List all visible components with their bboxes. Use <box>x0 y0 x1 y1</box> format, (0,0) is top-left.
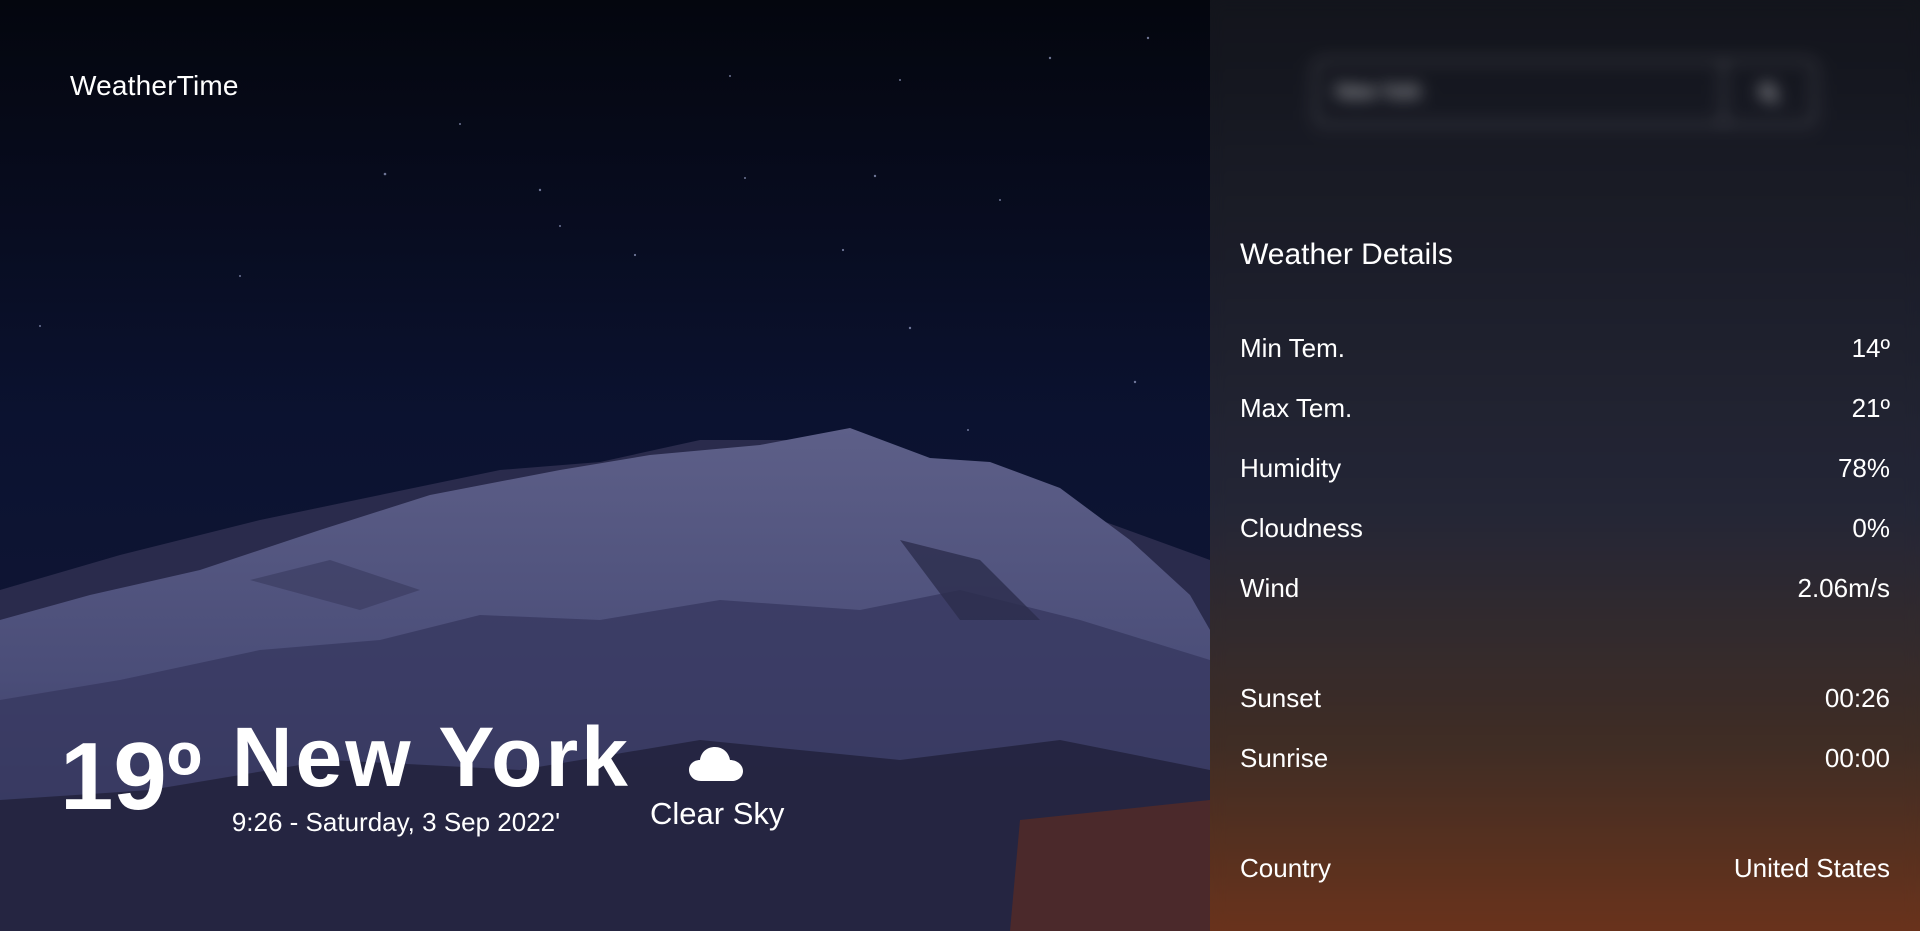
detail-label: Cloudness <box>1240 513 1363 543</box>
detail-row-country: Country United States <box>1240 853 1890 884</box>
date-time: 9:26 - Saturday, 3 Sep 2022' <box>231 807 561 837</box>
app-logo[interactable]: WeatherTime <box>70 70 239 102</box>
detail-value: 78% <box>1837 453 1890 483</box>
detail-label: Country <box>1240 853 1332 883</box>
detail-label: Sunrise <box>1240 743 1329 773</box>
detail-value: 2.06m/s <box>1797 573 1891 603</box>
detail-row-sunrise: Sunrise 00:00 <box>1240 743 1890 774</box>
detail-value: 0% <box>1852 513 1890 543</box>
detail-value: United States <box>1733 853 1890 883</box>
city-block: New York 9:26 - Saturday, 3 Sep 2022' <box>232 715 631 838</box>
detail-row-wind: Wind 2.06m/s <box>1240 573 1890 604</box>
detail-value: 21º <box>1851 393 1890 423</box>
detail-label: Wind <box>1240 573 1300 603</box>
cloud-icon <box>689 747 743 781</box>
detail-value: 00:00 <box>1824 743 1890 773</box>
detail-value: 14º <box>1851 333 1890 363</box>
detail-label: Sunset <box>1240 683 1321 713</box>
detail-label: Max Tem. <box>1240 393 1353 423</box>
detail-value: 00:26 <box>1824 683 1890 713</box>
detail-row-max-temp: Max Tem. 21º <box>1240 393 1890 424</box>
current-temperature: 19º <box>60 723 202 830</box>
detail-row-min-temp: Min Tem. 14º <box>1240 333 1890 364</box>
detail-label: Humidity <box>1240 453 1342 483</box>
condition-label: Clear Sky <box>650 796 785 831</box>
detail-row-humidity: Humidity 78% <box>1240 453 1890 484</box>
details-title: Weather Details <box>1240 238 1453 271</box>
current-weather: 19º New York 9:26 - Saturday, 3 Sep 2022… <box>60 715 631 838</box>
detail-row-sunset: Sunset 00:26 <box>1240 683 1890 714</box>
city-name: New York <box>231 710 631 804</box>
weather-condition: Clear Sky <box>650 745 785 832</box>
detail-row-cloudness: Cloudness 0% <box>1240 513 1890 544</box>
detail-label: Min Tem. <box>1240 333 1345 363</box>
